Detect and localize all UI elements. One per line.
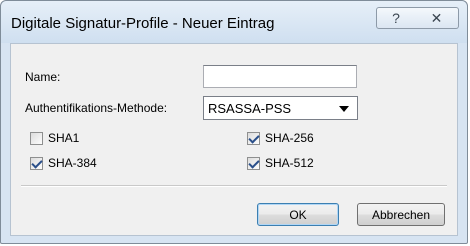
checkbox-sha1-box[interactable] <box>30 131 43 145</box>
checkbox-sha1-label: SHA1 <box>48 131 80 145</box>
checkbox-sha512-box[interactable] <box>247 156 260 170</box>
cancel-button[interactable]: Abbrechen <box>357 203 445 226</box>
auth-method-value: RSASSA-PSS <box>208 100 292 116</box>
close-button[interactable]: ✕ <box>415 7 459 29</box>
dropdown-arrow-icon <box>339 106 349 112</box>
checkbox-sha256-label: SHA-256 <box>265 131 314 145</box>
divider <box>21 185 447 187</box>
checkbox-sha384-box[interactable] <box>30 156 43 170</box>
help-button[interactable]: ? <box>376 7 416 29</box>
dialog-body: Name: Authentifikations-Methode: RSASSA-… <box>10 43 458 236</box>
help-icon: ? <box>392 10 400 26</box>
checkbox-sha512-label: SHA-512 <box>265 156 314 170</box>
dialog-window: Digitale Signatur-Profile - Neuer Eintra… <box>0 0 468 244</box>
checkbox-sha384-label: SHA-384 <box>48 156 97 170</box>
title-bar: Digitale Signatur-Profile - Neuer Eintra… <box>1 1 467 43</box>
ok-button[interactable]: OK <box>257 203 339 226</box>
checkbox-sha256[interactable]: SHA-256 <box>247 131 314 145</box>
checkbox-sha512[interactable]: SHA-512 <box>247 156 314 170</box>
window-title: Digitale Signatur-Profile - Neuer Eintra… <box>11 15 275 32</box>
name-label: Name: <box>25 70 61 84</box>
name-input[interactable] <box>203 65 357 88</box>
checkbox-sha384[interactable]: SHA-384 <box>30 156 97 170</box>
auth-method-select[interactable]: RSASSA-PSS <box>203 96 358 120</box>
checkbox-sha1[interactable]: SHA1 <box>30 131 79 145</box>
checkbox-sha256-box[interactable] <box>247 131 260 145</box>
close-icon: ✕ <box>430 9 443 26</box>
auth-method-label: Authentifikations-Methode: <box>25 101 168 115</box>
